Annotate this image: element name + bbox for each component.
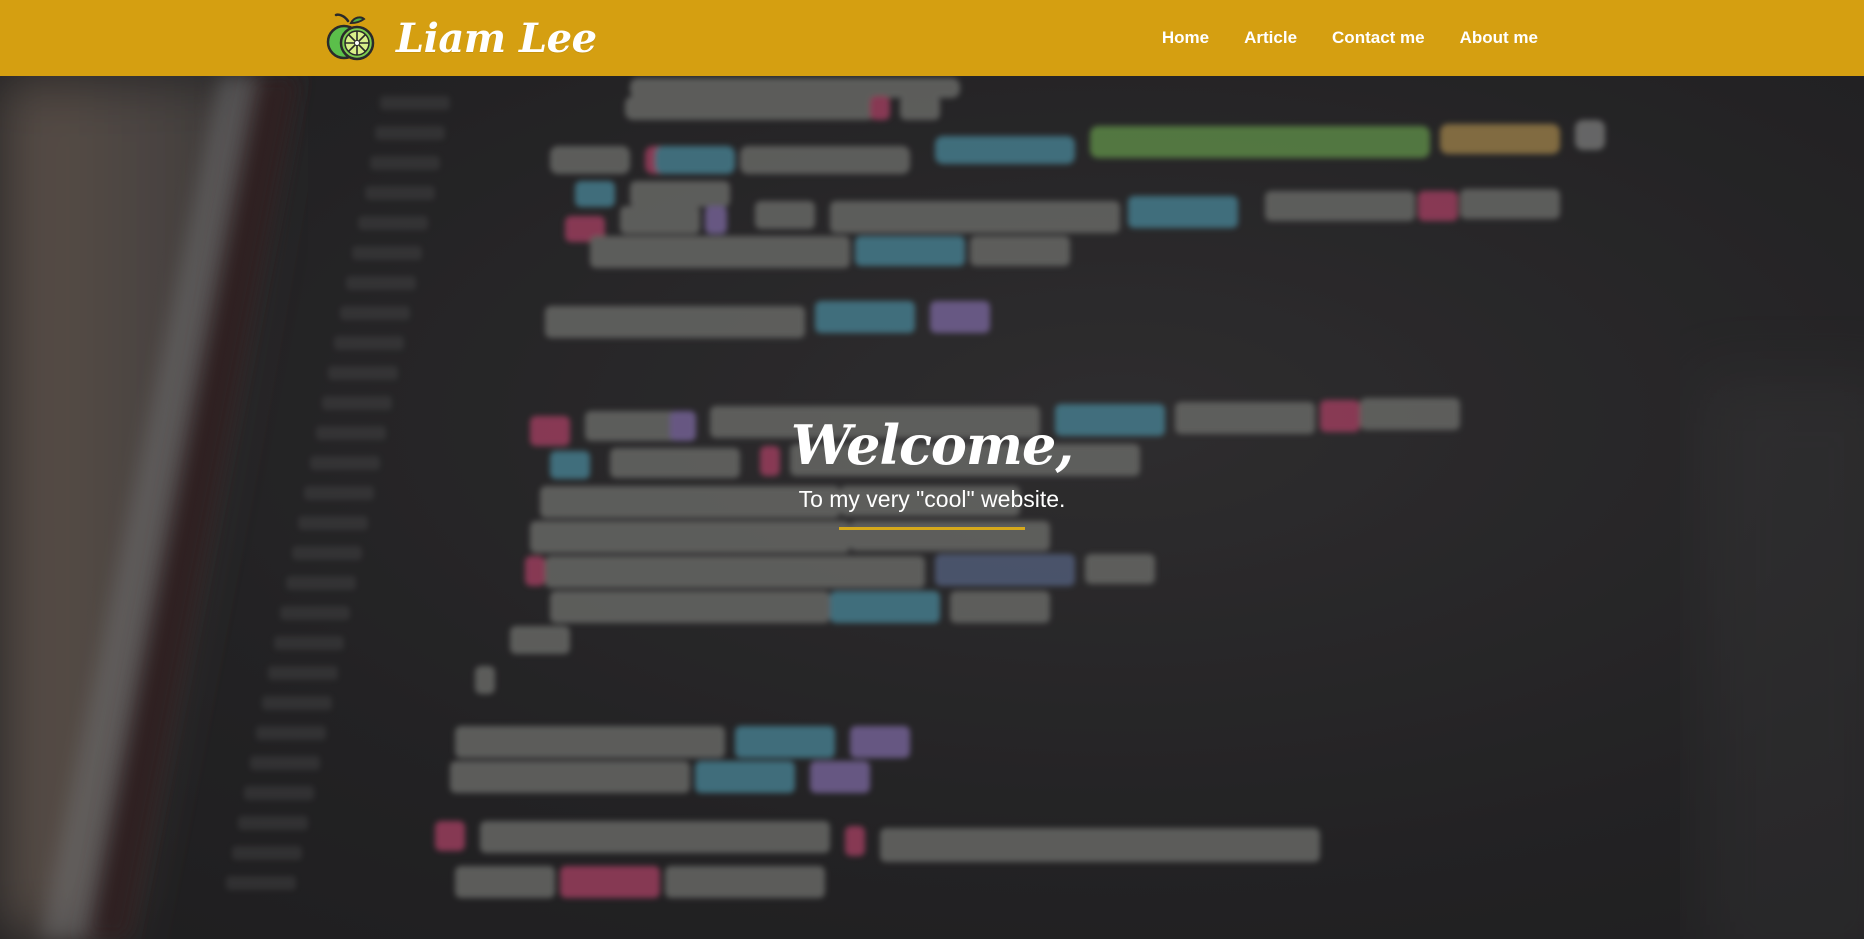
welcome-title: Welcome,: [790, 413, 1074, 477]
accent-divider: [839, 526, 1025, 530]
brand-link[interactable]: Liam Lee: [324, 12, 597, 64]
welcome-block: Welcome, To my very "cool" website.: [0, 413, 1864, 530]
nav-home[interactable]: Home: [1162, 28, 1209, 48]
welcome-subtitle: To my very "cool" website.: [798, 485, 1066, 512]
nav-article[interactable]: Article: [1244, 28, 1297, 48]
nav-about-me[interactable]: About me: [1460, 28, 1538, 48]
main-nav: Home Article Contact me About me: [1127, 0, 1538, 76]
navbar: Liam Lee Home Article Contact me About m…: [0, 0, 1864, 76]
nav-contact-me[interactable]: Contact me: [1332, 28, 1425, 48]
brand-name: Liam Lee: [396, 14, 597, 62]
lime-icon: [326, 13, 375, 61]
